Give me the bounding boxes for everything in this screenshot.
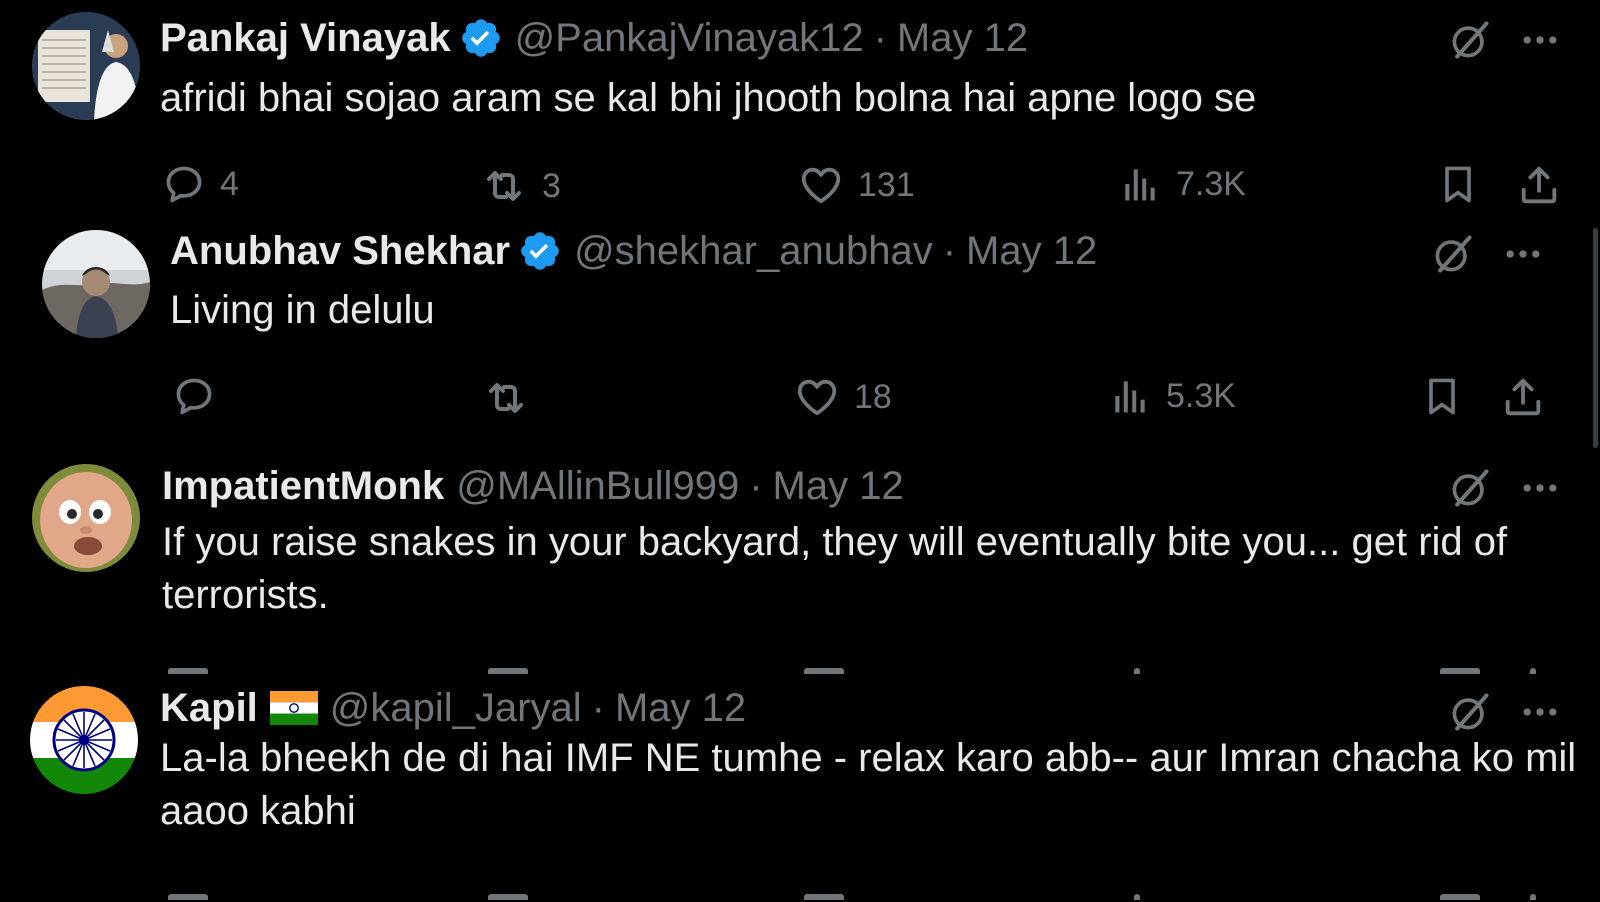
bookmark-button[interactable] [1420, 374, 1464, 418]
reply-icon [172, 374, 216, 418]
avatar[interactable] [42, 230, 150, 338]
more-options-icon[interactable] [1518, 466, 1562, 510]
bookmark-button[interactable] [1436, 162, 1480, 206]
bookmark-icon [1436, 162, 1480, 206]
separator: · [591, 686, 605, 730]
like-button[interactable]: 18 [794, 374, 892, 420]
separator: · [749, 464, 763, 508]
tweet-text: Living in delulu [170, 288, 435, 332]
separator: · [942, 229, 957, 273]
reply-icon [162, 162, 206, 206]
tweet-date[interactable]: May 12 [897, 14, 1028, 62]
author-handle[interactable]: @MAllinBull999 [456, 462, 739, 510]
reply-button[interactable] [172, 374, 230, 418]
view-count: 7.3K [1176, 164, 1246, 203]
tweet-text: If you raise snakes in your backyard, th… [162, 520, 1508, 617]
tweet-text: afridi bhai sojao aram se kal bhi jhooth… [160, 76, 1257, 120]
like-button[interactable]: 131 [798, 162, 915, 208]
tweet[interactable]: ImpatientMonk @MAllinBull999 · May 12 If… [0, 450, 1600, 674]
author-name[interactable]: Kapil [160, 684, 258, 732]
tweet-date[interactable]: May 12 [615, 684, 746, 732]
author-handle[interactable]: @PankajVinayak12 [515, 14, 864, 62]
avatar[interactable] [32, 12, 140, 120]
repost-icon [480, 162, 528, 210]
bookmark-icon [1420, 374, 1464, 418]
more-options-icon[interactable] [1518, 690, 1562, 734]
repost-button[interactable]: 3 [480, 162, 561, 210]
tweet-date[interactable]: May 12 [966, 227, 1097, 275]
avatar[interactable] [32, 464, 140, 572]
share-button[interactable] [1500, 374, 1546, 420]
grok-icon[interactable] [1448, 466, 1492, 510]
heart-icon [798, 162, 844, 208]
tweet-text: La-la bheekh de di hai IMF NE tumhe - re… [160, 736, 1577, 833]
tweet-date[interactable]: May 12 [773, 462, 904, 510]
repost-count: 3 [542, 166, 561, 205]
reply-count: 4 [220, 164, 239, 203]
author-handle[interactable]: @shekhar_anubhav [574, 227, 933, 275]
more-options-icon[interactable] [1501, 232, 1545, 276]
like-count: 18 [854, 377, 892, 416]
grok-icon[interactable] [1448, 690, 1492, 734]
author-name[interactable]: Anubhav Shekhar [170, 227, 510, 275]
views-icon [1118, 162, 1162, 206]
verified-badge-icon [518, 229, 562, 273]
reply-button[interactable]: 4 [162, 162, 239, 206]
tweet[interactable]: Anubhav Shekhar @shekhar_anubhav · May 1… [0, 214, 1600, 450]
like-count: 131 [858, 165, 915, 204]
share-icon [1500, 374, 1546, 420]
views-icon [1108, 374, 1152, 418]
separator: · [873, 16, 887, 60]
share-icon [1516, 162, 1562, 208]
india-flag-icon [269, 691, 318, 725]
avatar[interactable] [30, 686, 138, 794]
scrollbar[interactable] [1593, 228, 1598, 448]
views-button[interactable]: 5.3K [1108, 374, 1236, 418]
action-bar-cutoff [0, 894, 1600, 902]
repost-icon [482, 374, 530, 422]
repost-button[interactable] [482, 374, 544, 422]
grok-icon[interactable] [1448, 18, 1492, 62]
tweet[interactable]: Kapil @kapil_Jaryal · May 12 La-la bheek… [0, 672, 1600, 900]
heart-icon [794, 374, 840, 420]
share-button[interactable] [1516, 162, 1562, 208]
view-count: 5.3K [1166, 376, 1236, 415]
tweet[interactable]: Pankaj Vinayak @PankajVinayak12 · May 12… [0, 0, 1600, 214]
author-name[interactable]: ImpatientMonk [162, 462, 444, 510]
views-button[interactable]: 7.3K [1118, 162, 1246, 206]
more-options-icon[interactable] [1518, 18, 1562, 62]
verified-badge-icon [459, 16, 503, 60]
grok-icon[interactable] [1431, 232, 1475, 276]
author-name[interactable]: Pankaj Vinayak [160, 14, 451, 62]
author-handle[interactable]: @kapil_Jaryal [330, 684, 582, 732]
